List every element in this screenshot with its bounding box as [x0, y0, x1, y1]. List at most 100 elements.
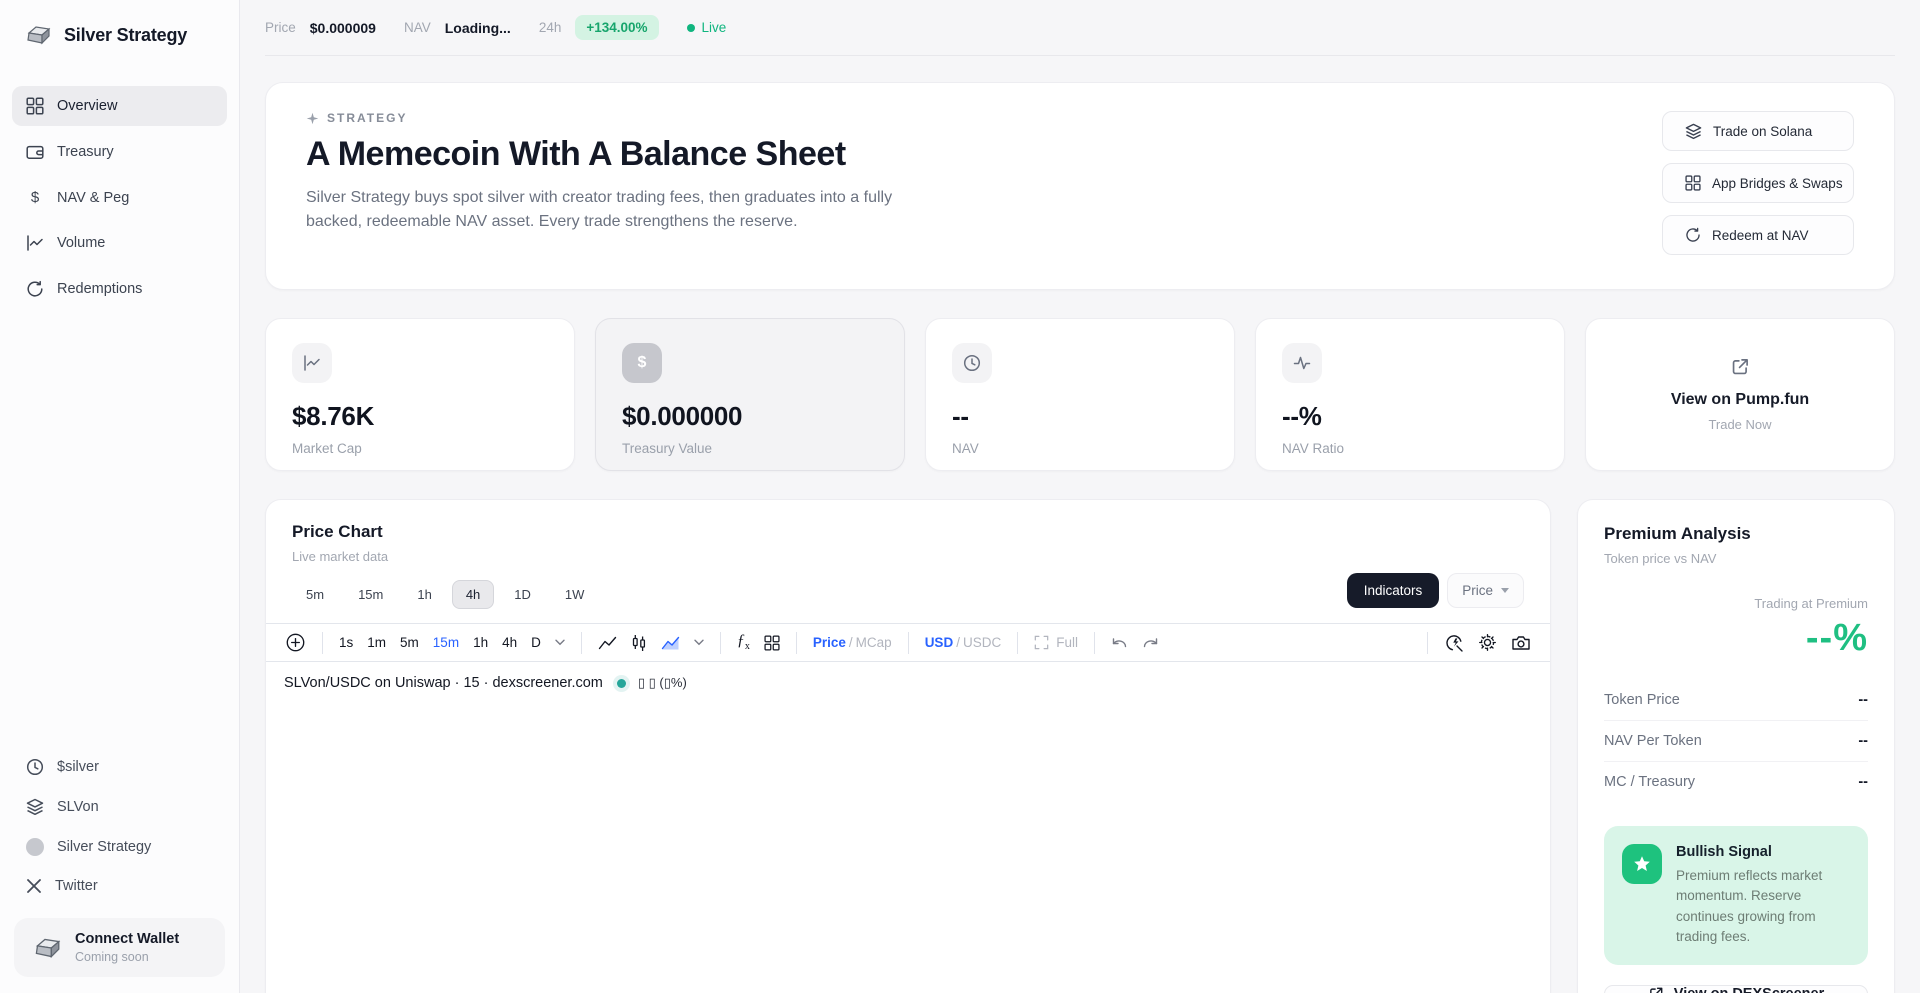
- connect-wallet-button[interactable]: Connect Wallet Coming soon: [14, 918, 225, 977]
- refresh-icon: [1685, 227, 1701, 243]
- stat-value: $8.76K: [292, 401, 548, 432]
- timeframe-15m[interactable]: 15m: [344, 580, 397, 609]
- divider: [581, 632, 582, 654]
- sidebar-item-treasury[interactable]: Treasury: [12, 132, 227, 172]
- timeframe-row: 5m 15m 1h 4h 1D 1W: [292, 580, 598, 609]
- grid-icon: [26, 97, 44, 115]
- external-link-icon: [1648, 986, 1664, 993]
- signal-description: Premium reflects market momentum. Reserv…: [1676, 866, 1850, 947]
- sparkle-icon: [306, 112, 319, 125]
- sidebar-link-label: SLVon: [57, 799, 99, 815]
- legend-dot-icon: [617, 679, 626, 688]
- undo-icon: [1111, 636, 1128, 649]
- interval-15m[interactable]: 15m: [426, 629, 466, 657]
- metric-dropdown[interactable]: Price: [1447, 573, 1524, 608]
- chart-legend: SLVon/USDC on Uniswap · 15 · dexscreener…: [266, 662, 1550, 701]
- price-label: Price: [265, 20, 296, 35]
- sidebar-item-redemptions[interactable]: Redemptions: [12, 269, 227, 309]
- sidebar-item-overview[interactable]: Overview: [12, 86, 227, 126]
- indicators-button[interactable]: Indicators: [1347, 573, 1440, 608]
- interval-4h[interactable]: 4h: [495, 629, 524, 657]
- divider: [1094, 632, 1095, 654]
- nav-label: NAV: [404, 20, 431, 35]
- redo-button[interactable]: [1135, 629, 1166, 657]
- screenshot-button[interactable]: [1504, 629, 1538, 657]
- settings-button[interactable]: [1471, 629, 1504, 657]
- stat-label: NAV: [952, 441, 1208, 456]
- fullscreen-icon: [1034, 635, 1049, 650]
- timeframe-5m[interactable]: 5m: [292, 580, 338, 609]
- premium-status-value: --%: [1604, 617, 1868, 660]
- clock-icon: [26, 758, 44, 776]
- sidebar-item-nav-peg[interactable]: $ NAV & Peg: [12, 178, 227, 217]
- stat-label: Market Cap: [292, 441, 548, 456]
- divider: [1427, 632, 1428, 654]
- sidebar-link-silver[interactable]: $silver: [12, 748, 227, 786]
- app-bridges-swaps-button[interactable]: App Bridges & Swaps: [1662, 163, 1854, 203]
- trade-on-solana-button[interactable]: Trade on Solana: [1662, 111, 1854, 151]
- redeem-at-nav-button[interactable]: Redeem at NAV: [1662, 215, 1854, 255]
- usd-toggle-label: USD: [925, 635, 954, 650]
- sidebar-nav: Overview Treasury $ NAV & Peg Volume: [0, 86, 239, 309]
- page-title: A Memecoin With A Balance Sheet: [306, 135, 916, 174]
- stat-value: $0.000000: [622, 401, 878, 432]
- interval-d[interactable]: D: [524, 629, 548, 657]
- divider: [720, 632, 721, 654]
- area-chart-type-button[interactable]: [654, 629, 687, 657]
- line-chart-type-button[interactable]: [591, 629, 624, 657]
- view-on-dexscreener-button[interactable]: View on DEXScreener: [1604, 985, 1868, 993]
- interval-menu-button[interactable]: [548, 629, 572, 657]
- interval-1h[interactable]: 1h: [466, 629, 495, 657]
- star-icon: [1622, 844, 1662, 884]
- row-label: NAV Per Token: [1604, 733, 1702, 749]
- fullscreen-button[interactable]: Full: [1027, 629, 1085, 657]
- sidebar-item-label: NAV & Peg: [57, 190, 129, 206]
- timeframe-1w[interactable]: 1W: [551, 580, 599, 609]
- legend-values: ▯ ▯ (▯%): [638, 675, 687, 691]
- separator: /: [849, 635, 853, 650]
- sidebar-item-volume[interactable]: Volume: [12, 223, 227, 263]
- chart-controls: Indicators Price: [1347, 573, 1524, 609]
- premium-title: Premium Analysis: [1604, 524, 1868, 544]
- layout-grid-button[interactable]: [757, 629, 787, 657]
- sidebar-link-twitter[interactable]: Twitter: [12, 868, 227, 904]
- price-mcap-toggle[interactable]: Price / MCap: [806, 629, 899, 657]
- chart-icon: [292, 343, 332, 383]
- grid-icon: [1685, 175, 1701, 191]
- candles-chart-type-button[interactable]: [624, 629, 654, 657]
- premium-row-mc-treasury: MC / Treasury --: [1604, 761, 1868, 802]
- stat-card-nav-ratio: --% NAV Ratio: [1255, 318, 1565, 471]
- chart-type-menu-button[interactable]: [687, 629, 711, 657]
- view-on-pumpfun-card[interactable]: View on Pump.fun Trade Now: [1585, 318, 1895, 471]
- sidebar-link-slvon[interactable]: SLVon: [12, 788, 227, 826]
- premium-row-nav-per-token: NAV Per Token --: [1604, 720, 1868, 761]
- timeframe-1h[interactable]: 1h: [403, 580, 445, 609]
- usd-usdc-toggle[interactable]: USD / USDC: [918, 629, 1009, 657]
- chart-header: Price Chart Live market data 5m 15m 1h 4…: [266, 500, 1550, 609]
- function-icon: ƒx: [737, 632, 750, 652]
- stat-card-treasury-value: $ $0.000000 Treasury Value: [595, 318, 905, 471]
- layers-icon: [26, 798, 44, 816]
- timeframe-4h[interactable]: 4h: [452, 580, 494, 609]
- indicators-fx-button[interactable]: ƒx: [730, 629, 757, 657]
- undo-button[interactable]: [1104, 629, 1135, 657]
- hero-section: STRATEGY A Memecoin With A Balance Sheet…: [265, 82, 1895, 290]
- interval-5m[interactable]: 5m: [393, 629, 426, 657]
- sidebar-link-silver-strategy[interactable]: Silver Strategy: [12, 828, 227, 866]
- row-value: --: [1858, 733, 1868, 749]
- redo-icon: [1142, 636, 1159, 649]
- quick-search-button[interactable]: [1437, 629, 1471, 657]
- live-dot-icon: [687, 24, 695, 32]
- usdc-toggle-label: USDC: [963, 635, 1001, 650]
- connect-wallet-label: Connect Wallet: [75, 931, 179, 947]
- premium-status-label: Trading at Premium: [1604, 596, 1868, 611]
- sidebar: Silver Strategy Overview Treasury $: [0, 0, 240, 993]
- mcap-toggle-label: MCap: [856, 635, 892, 650]
- hero-actions: Trade on Solana App Bridges & Swaps: [1662, 111, 1854, 255]
- timeframe-1d[interactable]: 1D: [500, 580, 545, 609]
- interval-1m[interactable]: 1m: [360, 629, 393, 657]
- interval-1s[interactable]: 1s: [332, 629, 360, 657]
- price-chart-card: Price Chart Live market data 5m 15m 1h 4…: [265, 499, 1551, 993]
- chart-plot-area[interactable]: [266, 701, 1550, 993]
- add-symbol-button[interactable]: [278, 629, 313, 657]
